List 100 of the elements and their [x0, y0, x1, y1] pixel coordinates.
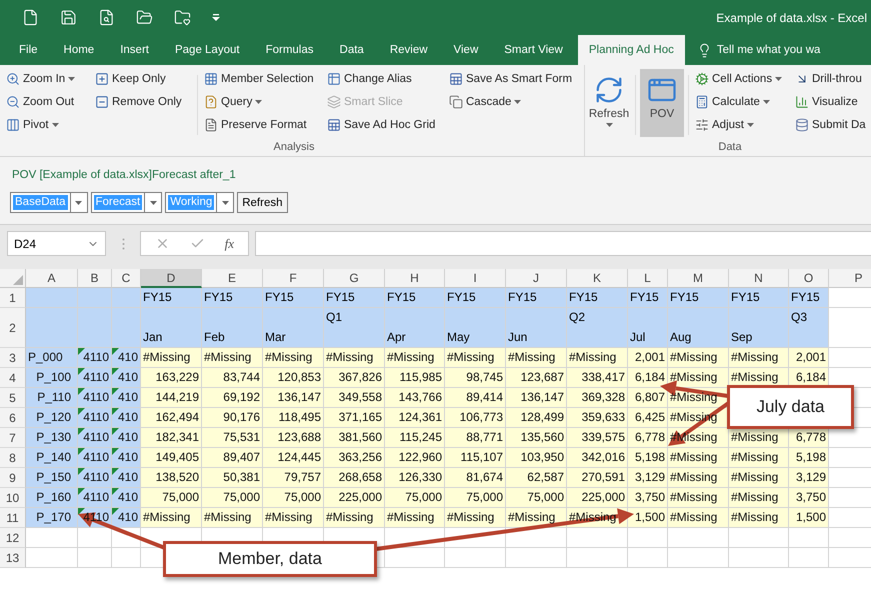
row-number[interactable]: 11: [0, 508, 26, 528]
ribbon-button[interactable]: Change Alias: [325, 67, 414, 90]
table-cell: 4110: [78, 368, 112, 388]
column-header[interactable]: J: [506, 269, 567, 288]
ribbon-button[interactable]: Cell Actions: [693, 67, 784, 90]
table-cell: Jul: [628, 308, 668, 348]
pov-title: POV [Example of data.xlsx]Forecast after_1: [12, 169, 237, 181]
column-header[interactable]: E: [202, 269, 263, 288]
ribbon-button[interactable]: Pivot: [4, 113, 61, 136]
table-cell: Q2: [567, 308, 628, 348]
table-cell: #Missing: [324, 348, 385, 368]
ribbon-tab[interactable]: Page Layout: [164, 35, 251, 65]
table-cell: #Missing: [668, 368, 729, 388]
table-cell: 6,778: [628, 428, 668, 448]
ribbon-button[interactable]: Member Selection: [202, 67, 316, 90]
table-cell: #Missing: [506, 348, 567, 368]
column-header[interactable]: A: [26, 269, 78, 288]
column-header[interactable]: P: [829, 269, 871, 288]
column-header[interactable]: D: [141, 269, 202, 288]
table-cell: 410: [112, 428, 141, 448]
row-number[interactable]: 6: [0, 408, 26, 428]
ribbon-tab[interactable]: File: [8, 35, 49, 65]
group-label: Analysis: [274, 141, 314, 155]
ribbon-button[interactable]: Remove Only: [93, 90, 184, 113]
table-cell: 2,001: [628, 348, 668, 368]
column-header[interactable]: M: [668, 269, 729, 288]
ribbon-large-button[interactable]: Refresh: [587, 69, 631, 137]
column-header[interactable]: O: [789, 269, 829, 288]
table-cell: #Missing: [729, 428, 789, 448]
pov-refresh-button[interactable]: Refresh: [237, 192, 288, 213]
table-cell: Apr: [385, 308, 445, 348]
table-cell: #Missing: [202, 348, 263, 368]
table-cell: FY15: [567, 288, 628, 308]
table-cell: 5,198: [628, 448, 668, 468]
ribbon-tab[interactable]: Review: [378, 35, 439, 65]
column-header[interactable]: C: [112, 269, 141, 288]
ribbon-button[interactable]: Save As Smart Form: [447, 67, 574, 90]
ribbon-button[interactable]: Preserve Format: [202, 113, 309, 136]
row-number[interactable]: 9: [0, 468, 26, 488]
ribbon-large-button[interactable]: POV: [640, 69, 684, 137]
ribbon-tab[interactable]: Home: [52, 35, 106, 65]
table-cell: #Missing: [385, 348, 445, 368]
column-header[interactable]: N: [729, 269, 789, 288]
table-cell: Jan: [141, 308, 202, 348]
ribbon-tab[interactable]: Insert: [109, 35, 160, 65]
ribbon-tab[interactable]: Planning Ad Hoc: [578, 35, 685, 65]
table-cell: P_150: [26, 468, 78, 488]
table-cell: #Missing: [668, 348, 729, 368]
insert-function-button[interactable]: fx: [224, 236, 234, 252]
table-cell: #Missing: [202, 508, 263, 528]
column-header[interactable]: L: [628, 269, 668, 288]
ribbon-button[interactable]: Zoom In: [4, 67, 78, 90]
ribbon-tab[interactable]: Data: [328, 35, 375, 65]
ribbon-tab[interactable]: Smart View: [493, 35, 574, 65]
table-cell: 6,184: [628, 368, 668, 388]
ribbon-button[interactable]: Adjust: [693, 113, 756, 136]
table-cell: #Missing: [729, 508, 789, 528]
table-cell: FY15: [263, 288, 324, 308]
name-box[interactable]: D24: [7, 231, 106, 256]
row-number[interactable]: 4: [0, 368, 26, 388]
row-number[interactable]: 2: [0, 308, 26, 348]
ribbon-button[interactable]: Submit Da: [793, 113, 868, 136]
column-header[interactable]: K: [567, 269, 628, 288]
ribbon-button[interactable]: Cascade: [447, 90, 524, 113]
column-header[interactable]: G: [324, 269, 385, 288]
ribbon-tab[interactable]: Formulas: [254, 35, 325, 65]
ribbon-button[interactable]: Visualize: [793, 90, 860, 113]
ribbon-button[interactable]: Save Ad Hoc Grid: [325, 113, 438, 136]
tell-me-search[interactable]: Tell me what you wa: [692, 35, 820, 65]
table-cell: #Missing: [668, 508, 729, 528]
table-cell: 4110: [78, 448, 112, 468]
column-header[interactable]: B: [78, 269, 112, 288]
ribbon-button[interactable]: Query: [202, 90, 264, 113]
ribbon-button[interactable]: Keep Only: [93, 67, 168, 90]
table-cell: 83,744: [202, 368, 263, 388]
ribbon-button[interactable]: Zoom Out: [4, 90, 76, 113]
row-number[interactable]: 5: [0, 388, 26, 408]
ribbon-tab[interactable]: View: [442, 35, 490, 65]
row-number[interactable]: 12: [0, 528, 26, 548]
row-number[interactable]: 8: [0, 448, 26, 468]
table-cell: 75,000: [141, 488, 202, 508]
row-number[interactable]: 13: [0, 548, 26, 568]
table-cell: #Missing: [729, 448, 789, 468]
table-cell: P_110: [26, 388, 78, 408]
ribbon-button[interactable]: Calculate: [693, 90, 772, 113]
table-cell: #Missing: [324, 508, 385, 528]
column-header[interactable]: F: [263, 269, 324, 288]
table-cell: 363,256: [324, 448, 385, 468]
table-cell: Feb: [202, 308, 263, 348]
table-cell: 162,494: [141, 408, 202, 428]
row-number[interactable]: 1: [0, 288, 26, 308]
ribbon-button[interactable]: Drill-throu: [793, 67, 864, 90]
table-cell: 6,778: [789, 428, 829, 448]
column-header[interactable]: H: [385, 269, 445, 288]
row-number[interactable]: 7: [0, 428, 26, 448]
table-cell: 225,000: [324, 488, 385, 508]
column-header[interactable]: I: [445, 269, 506, 288]
row-number[interactable]: 10: [0, 488, 26, 508]
row-number[interactable]: 3: [0, 348, 26, 368]
table-cell: Q3: [789, 308, 829, 348]
